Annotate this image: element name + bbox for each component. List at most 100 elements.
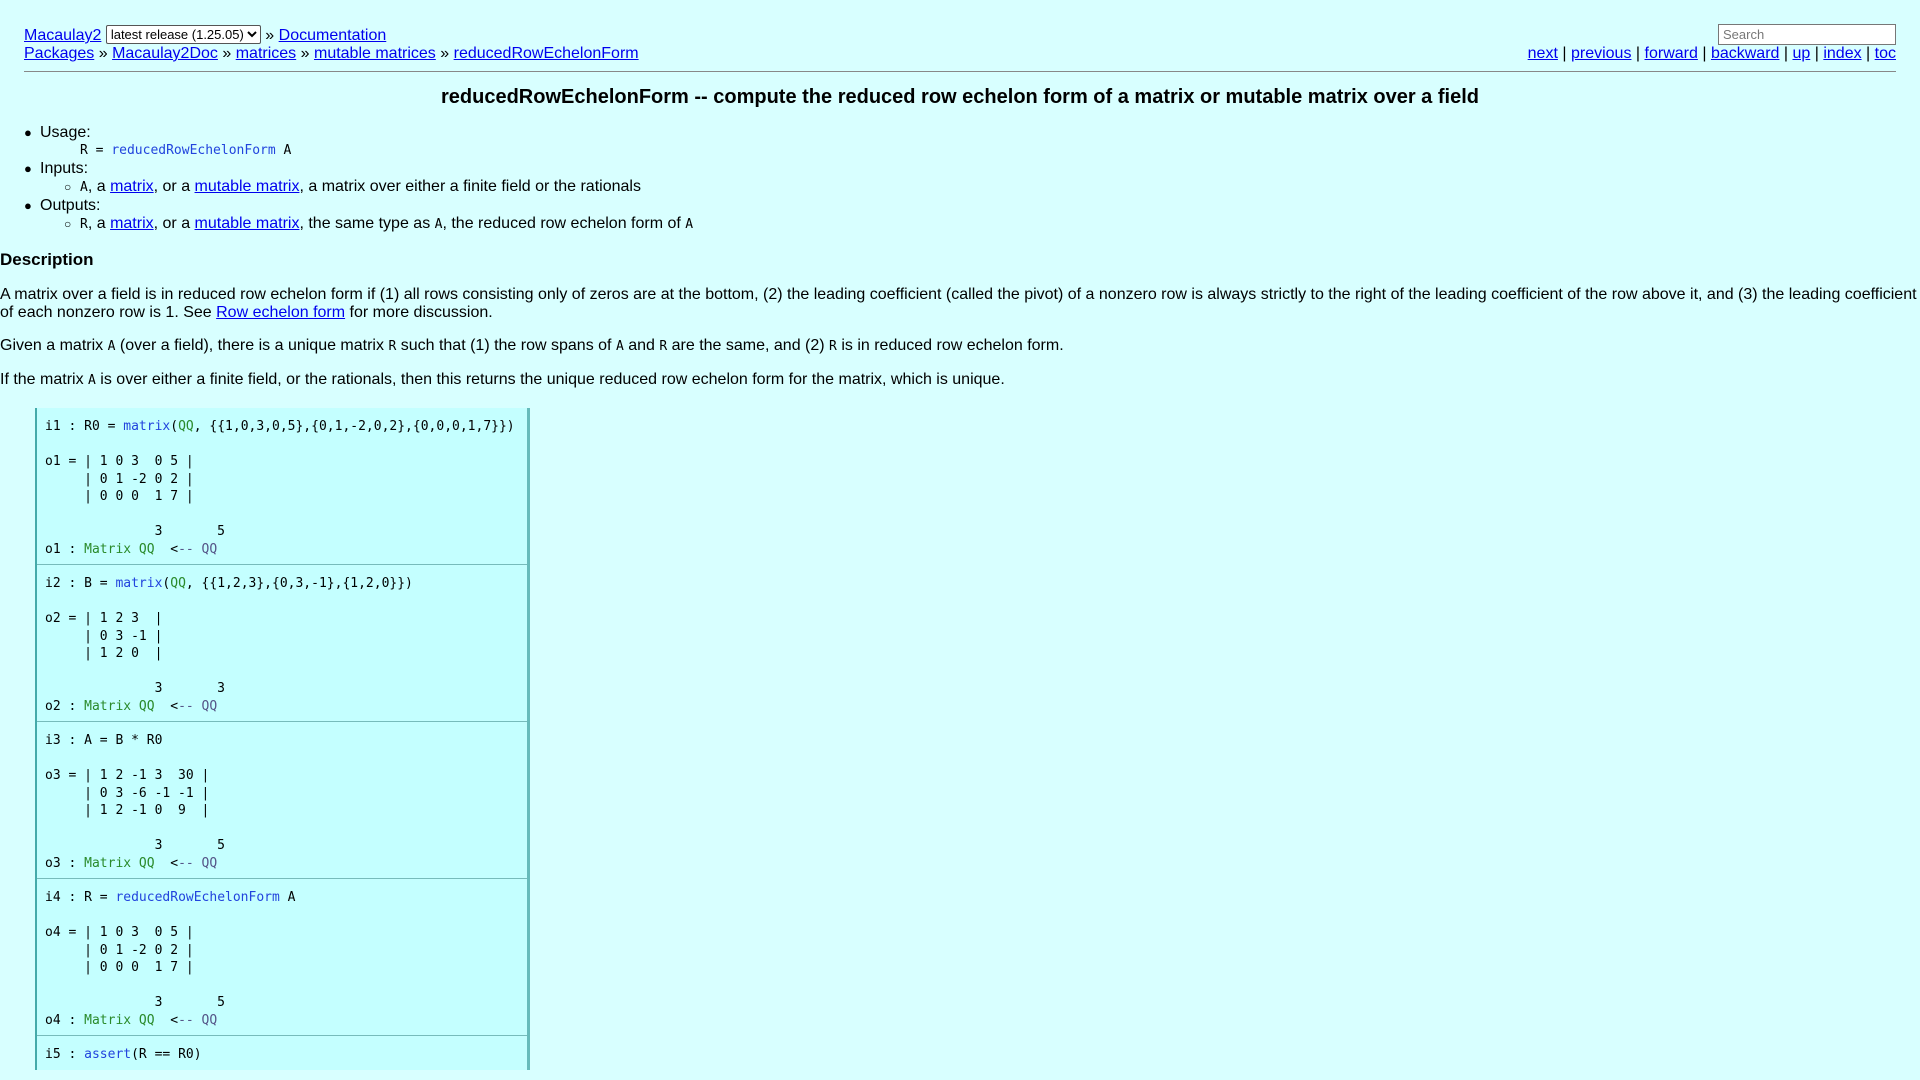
nav-sep: |: [1814, 45, 1819, 62]
type-name: Matrix QQ: [84, 855, 155, 871]
outputs-label: Outputs:: [40, 197, 101, 214]
type-comment: -- QQ: [178, 1012, 218, 1028]
input-var: A: [80, 180, 88, 195]
bullet-icon: ●: [24, 198, 32, 213]
bullet-icon: ●: [24, 161, 32, 176]
input-line: i1 : R0 =: [45, 419, 124, 434]
code-function: matrix: [115, 576, 163, 591]
type-prefix: o2 :: [45, 698, 85, 714]
description-paragraph-3: If the matrix A is over either a finite …: [0, 371, 1920, 390]
type-arrow: <: [154, 1012, 179, 1028]
nav-next-link[interactable]: next: [1528, 45, 1558, 62]
paragraph-text: If the matrix: [0, 371, 89, 388]
outputs-item: ● Outputs:: [24, 197, 693, 215]
output-var: R: [80, 217, 88, 232]
code-var: R: [829, 339, 837, 354]
breadcrumb-matrices[interactable]: matrices: [236, 45, 296, 62]
example-cell[interactable]: i3 : A = B * R0 o3 = | 1 2 -1 3 30 | | 0…: [37, 721, 527, 878]
input-description: , a matrix over either a finite field or…: [299, 178, 641, 195]
usage-lhs: R =: [80, 143, 112, 158]
input-line: i2 : B =: [45, 576, 116, 591]
nav-forward-link[interactable]: forward: [1645, 45, 1698, 62]
paragraph-text: are the same, and (2): [667, 337, 830, 354]
usage-item: ● Usage:: [24, 124, 693, 142]
usage-function-link[interactable]: reducedRowEchelonForm: [111, 143, 275, 158]
paragraph-text: is over either a finite field, or the ra…: [95, 371, 1005, 388]
example-cell[interactable]: i2 : B = matrix(QQ, {{1,2,3},{0,3,-1},{1…: [37, 564, 527, 721]
paragraph-text: such that (1) the row spans of: [396, 337, 616, 354]
nav-up-link[interactable]: up: [1792, 45, 1810, 62]
output-text: , or a: [153, 215, 195, 232]
breadcrumb-mutable-matrices[interactable]: mutable matrices: [314, 45, 436, 62]
input-text: , or a: [153, 178, 195, 195]
output-block: o4 = | 1 0 3 0 5 | | 0 1 -2 0 2 | | 0 0 …: [45, 925, 226, 1010]
example-cell[interactable]: i5 : assert(R == R0): [37, 1035, 527, 1070]
output-matrix-link[interactable]: matrix: [110, 215, 154, 232]
example-cell[interactable]: i4 : R = reducedRowEchelonForm A o4 = | …: [37, 878, 527, 1035]
documentation-link[interactable]: Documentation: [279, 27, 387, 44]
nav-sep: |: [1866, 45, 1871, 62]
description-paragraph-2: Given a matrix A (over a field), there i…: [0, 337, 1920, 356]
breadcrumb-current-page[interactable]: reducedRowEchelonForm: [454, 45, 639, 62]
type-arrow: <: [154, 698, 179, 714]
row-echelon-form-link[interactable]: Row echelon form: [216, 304, 345, 321]
page-nav: next | previous | forward | backward | u…: [1528, 44, 1896, 64]
type-prefix: o3 :: [45, 855, 85, 871]
type-name: Matrix QQ: [84, 541, 155, 557]
hollow-bullet-icon: ○: [64, 180, 72, 194]
breadcrumb-packages[interactable]: Packages: [24, 45, 94, 62]
macaulay2-home-link[interactable]: Macaulay2: [24, 27, 101, 44]
header-divider: [24, 71, 1896, 72]
page-title: reducedRowEchelonForm -- compute the red…: [441, 86, 1479, 108]
description-heading: Description: [0, 250, 94, 269]
top-bar: Macaulay2 latest release (1.25.05) » Doc…: [24, 0, 1896, 72]
nav-backward-link[interactable]: backward: [1711, 45, 1779, 62]
output-block: o2 = | 1 2 3 | | 0 3 -1 | | 1 2 0 | 3 3: [45, 611, 226, 696]
nav-sep: |: [1562, 45, 1567, 62]
type-arrow: <: [154, 541, 179, 557]
search-input[interactable]: [1718, 24, 1896, 45]
input-line: i5 :: [45, 1047, 85, 1062]
examples-box: i1 : R0 = matrix ( QQ , {{1,0,3,0,5},{0,1,-…: [35, 408, 530, 1070]
code-var: A: [615, 339, 624, 354]
type-comment: -- QQ: [178, 855, 218, 871]
code-ring: QQ: [170, 576, 186, 591]
breadcrumb-sep: »: [222, 45, 232, 62]
code-text: (: [170, 419, 179, 434]
nav-toc-link[interactable]: toc: [1875, 45, 1896, 62]
usage-arg: A: [275, 143, 292, 158]
usage-list: ● Usage: R = reducedRowEchelonForm A ● I…: [24, 124, 693, 234]
type-prefix: o4 :: [45, 1012, 85, 1028]
page: Macaulay2 latest release (1.25.05) » Doc…: [0, 0, 1920, 1070]
example-cell[interactable]: i1 : R0 = matrix(QQ, {{1,0,3,0,5},{0,1,-…: [37, 408, 527, 564]
code-function: assert: [84, 1047, 132, 1062]
nav-previous-link[interactable]: previous: [1571, 45, 1631, 62]
type-comment: -- QQ: [178, 698, 218, 714]
code-var: R: [659, 339, 668, 354]
breadcrumb-macaulay2doc[interactable]: Macaulay2Doc: [112, 45, 218, 62]
code-text: , {{1,0,3,0,5},{0,1,-2,0,2},{0,0,0,1,7}}…: [193, 419, 515, 434]
release-select[interactable]: latest release (1.25.05): [105, 25, 261, 44]
code-text: (R == R0): [131, 1047, 202, 1062]
paragraph-text: for more discussion.: [345, 304, 493, 321]
type-prefix: o1 :: [45, 541, 85, 557]
input-line: i4 : R =: [45, 890, 116, 905]
code-text: A: [279, 890, 296, 905]
bullet-icon: ●: [24, 125, 32, 140]
input-mutable-matrix-link[interactable]: mutable matrix: [195, 178, 300, 195]
breadcrumb: Packages » Macaulay2Doc » matrices » mut…: [24, 44, 639, 64]
type-comment: -- QQ: [178, 541, 218, 557]
paragraph-text: (over a field), there is a unique matrix: [115, 337, 389, 354]
usage-code: R = reducedRowEchelonForm A: [40, 142, 693, 160]
output-mutable-matrix-link[interactable]: mutable matrix: [195, 215, 300, 232]
nav-sep: |: [1783, 45, 1789, 62]
type-arrow: <: [154, 855, 179, 871]
paragraph-text: Given a matrix: [0, 337, 108, 354]
code-function: reducedRowEchelonForm: [115, 890, 280, 905]
paragraph-text: is in reduced row echelon form.: [836, 337, 1064, 354]
input-matrix-link[interactable]: matrix: [110, 178, 154, 195]
breadcrumb-sep: »: [440, 45, 450, 62]
nav-index-link[interactable]: index: [1823, 45, 1861, 62]
input-line: i3 : A = B * R0: [45, 733, 163, 748]
search-box: [1718, 24, 1896, 45]
